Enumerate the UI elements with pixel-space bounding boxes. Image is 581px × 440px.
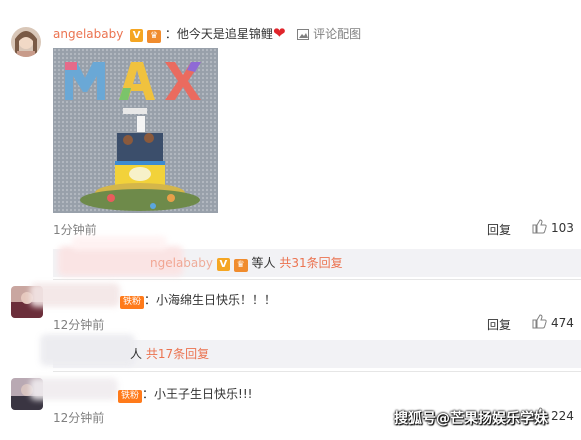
sub-reply-count-link[interactable]: 共17条回复: [146, 347, 209, 361]
like-count: 103: [551, 221, 574, 235]
vip-badge-icon: ♛: [147, 30, 162, 43]
comment-line: 铁粉 ：小海绵生日快乐！！！: [120, 292, 277, 309]
like-count: 224: [551, 409, 574, 423]
verified-badge-icon: V: [216, 258, 230, 271]
sub-reply-line: ngelababy V ♛ 等人 共31条回复: [150, 255, 343, 272]
sub-reply-username[interactable]: ngelababy: [150, 256, 213, 270]
comment-image[interactable]: [53, 48, 218, 213]
comment-text: 小海绵生日快乐！！！: [156, 293, 277, 307]
sub-reply-suffix: 等人: [251, 256, 276, 270]
like-count: 474: [551, 316, 574, 330]
reply-button[interactable]: 回复: [487, 316, 511, 333]
comment-line: angelababy V ♛ ：他今天是追星锦鲤❤ 评论配图: [53, 24, 361, 44]
sub-reply-count-link[interactable]: 共31条回复: [279, 256, 342, 270]
comment-time: 12分钟前: [53, 318, 105, 332]
sub-reply-suffix: 人: [130, 347, 143, 361]
comment-image-link[interactable]: 评论配图: [313, 27, 361, 41]
redaction-blur: [40, 334, 135, 366]
avatar[interactable]: [11, 27, 41, 57]
thumb-up-icon[interactable]: [532, 314, 547, 332]
watermark: 搜狐号@芒果扬娱乐学妹: [394, 411, 548, 427]
comment-text: 小王子生日快乐!!!: [154, 387, 253, 401]
heart-icon: ❤: [272, 24, 286, 42]
fan-badge-icon: 铁粉: [120, 296, 145, 309]
redaction-blur: [30, 283, 120, 307]
divider: [53, 371, 581, 372]
redaction-blur: [72, 236, 167, 250]
picture-icon[interactable]: [297, 28, 310, 44]
comment-time: 12分钟前: [53, 411, 105, 425]
vip-badge-icon: ♛: [233, 259, 248, 272]
username-link[interactable]: angelababy: [53, 27, 123, 41]
verified-badge-icon: V: [130, 29, 144, 42]
sub-reply-line: 人 共17条回复: [130, 346, 209, 362]
comment-text: 他今天是追星锦鲤: [176, 27, 273, 41]
divider: [53, 279, 581, 280]
fan-badge-icon: 铁粉: [118, 390, 143, 403]
redaction-blur: [30, 378, 118, 400]
thumb-up-icon[interactable]: [532, 219, 547, 237]
comment-colon: ：: [142, 387, 155, 401]
comment-colon: ：: [144, 293, 157, 307]
reply-button[interactable]: 回复: [487, 221, 511, 238]
comment-colon: ：: [164, 27, 177, 41]
comment-line: 铁粉 ：小王子生日快乐!!!: [118, 386, 253, 403]
